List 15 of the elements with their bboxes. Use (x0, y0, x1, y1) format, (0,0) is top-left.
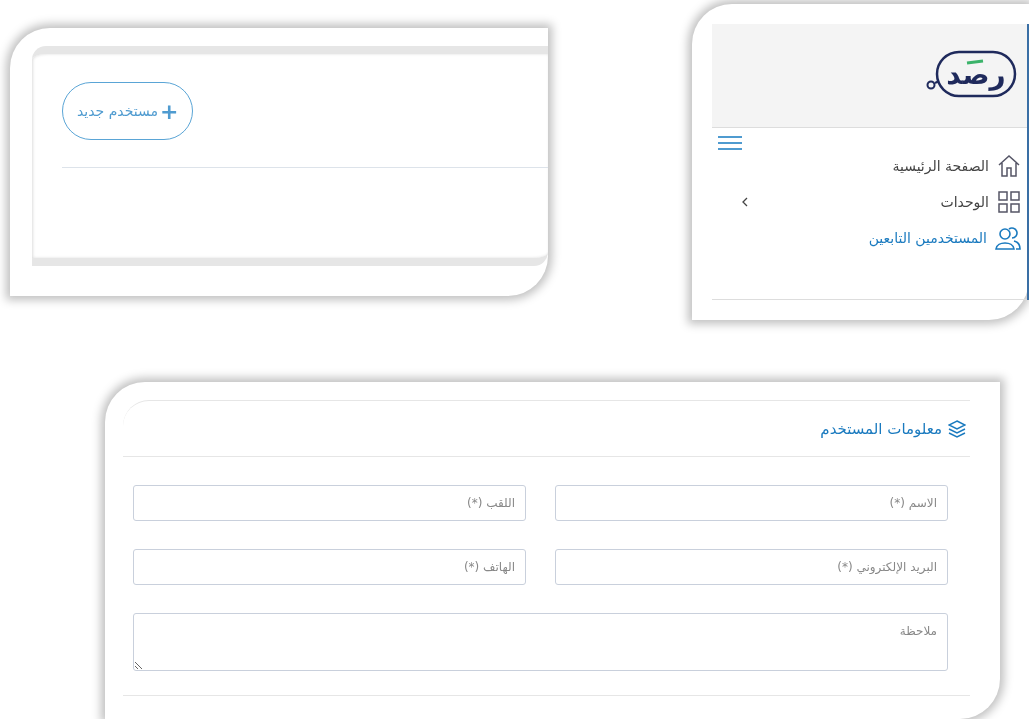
menu-icon[interactable] (718, 136, 742, 150)
chevron-icon (742, 197, 748, 207)
home-icon (997, 154, 1021, 178)
sidebar-item[interactable]: الصفحة الرئيسية (712, 148, 1027, 184)
grid-icon (997, 190, 1021, 214)
users-icon (995, 226, 1021, 250)
sidebar-item[interactable]: الوحدات (712, 184, 1027, 220)
sidebar-item[interactable]: المستخدمين التابعين (712, 220, 1027, 256)
layers-icon (948, 419, 966, 438)
input-field[interactable]: البريد الإلكتروني (*) (555, 549, 948, 585)
input-field[interactable]: اللقب (*) (133, 485, 526, 521)
input-field[interactable]: الاسم (*) (555, 485, 948, 521)
input-field[interactable]: الهاتف (*) (133, 549, 526, 585)
note-field[interactable]: ملاحظة (133, 613, 948, 671)
section-title: معلومات المستخدم (820, 419, 942, 438)
